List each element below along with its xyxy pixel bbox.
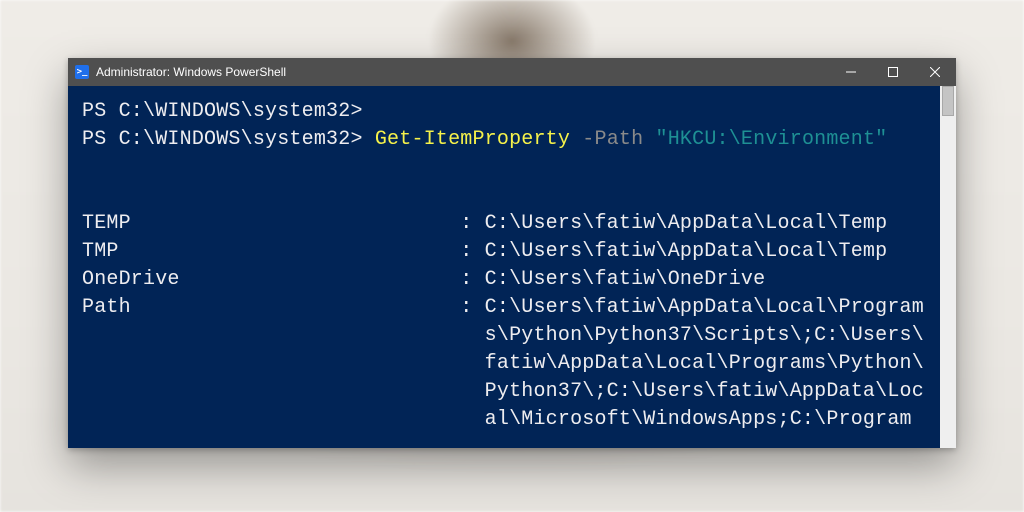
- output-line: al\Microsoft\WindowsApps;C:\Program: [82, 408, 912, 431]
- scroll-thumb[interactable]: [942, 86, 954, 116]
- output-line: TMP : C:\Users\fatiw\AppData\Local\Temp: [82, 240, 887, 263]
- cmd-space-2: [643, 128, 655, 151]
- output-line: Path : C:\Users\fatiw\AppData\Local\Prog…: [82, 296, 924, 319]
- close-icon: [930, 67, 940, 77]
- powershell-icon: >_: [75, 65, 89, 79]
- app-icon: >_: [74, 64, 90, 80]
- close-button[interactable]: [914, 58, 956, 86]
- cmd-space-1: [570, 128, 582, 151]
- cmd-param: -Path: [582, 128, 643, 151]
- output-line: TEMP : C:\Users\fatiw\AppData\Local\Temp: [82, 212, 887, 235]
- output-line: s\Python\Python37\Scripts\;C:\Users\: [82, 324, 924, 347]
- terminal-output[interactable]: PS C:\WINDOWS\system32> PS C:\WINDOWS\sy…: [68, 86, 940, 448]
- maximize-button[interactable]: [872, 58, 914, 86]
- client-area: PS C:\WINDOWS\system32> PS C:\WINDOWS\sy…: [68, 86, 956, 448]
- titlebar[interactable]: >_ Administrator: Windows PowerShell: [68, 58, 956, 86]
- cmd-string: "HKCU:\Environment": [656, 128, 888, 151]
- minimize-icon: [846, 67, 856, 77]
- output-line: Python37\;C:\Users\fatiw\AppData\Loc: [82, 380, 924, 403]
- cmd-cmdlet: Get-ItemProperty: [375, 128, 570, 151]
- window-title: Administrator: Windows PowerShell: [96, 65, 286, 79]
- powershell-window: >_ Administrator: Windows PowerShell PS …: [68, 58, 956, 448]
- vertical-scrollbar[interactable]: [940, 86, 956, 448]
- minimize-button[interactable]: [830, 58, 872, 86]
- output-line: OneDrive : C:\Users\fatiw\OneDrive: [82, 268, 765, 291]
- prompt-line-2: PS C:\WINDOWS\system32>: [82, 128, 375, 151]
- prompt-line-1: PS C:\WINDOWS\system32>: [82, 100, 363, 123]
- output-line: fatiw\AppData\Local\Programs\Python\: [82, 352, 924, 375]
- maximize-icon: [888, 67, 898, 77]
